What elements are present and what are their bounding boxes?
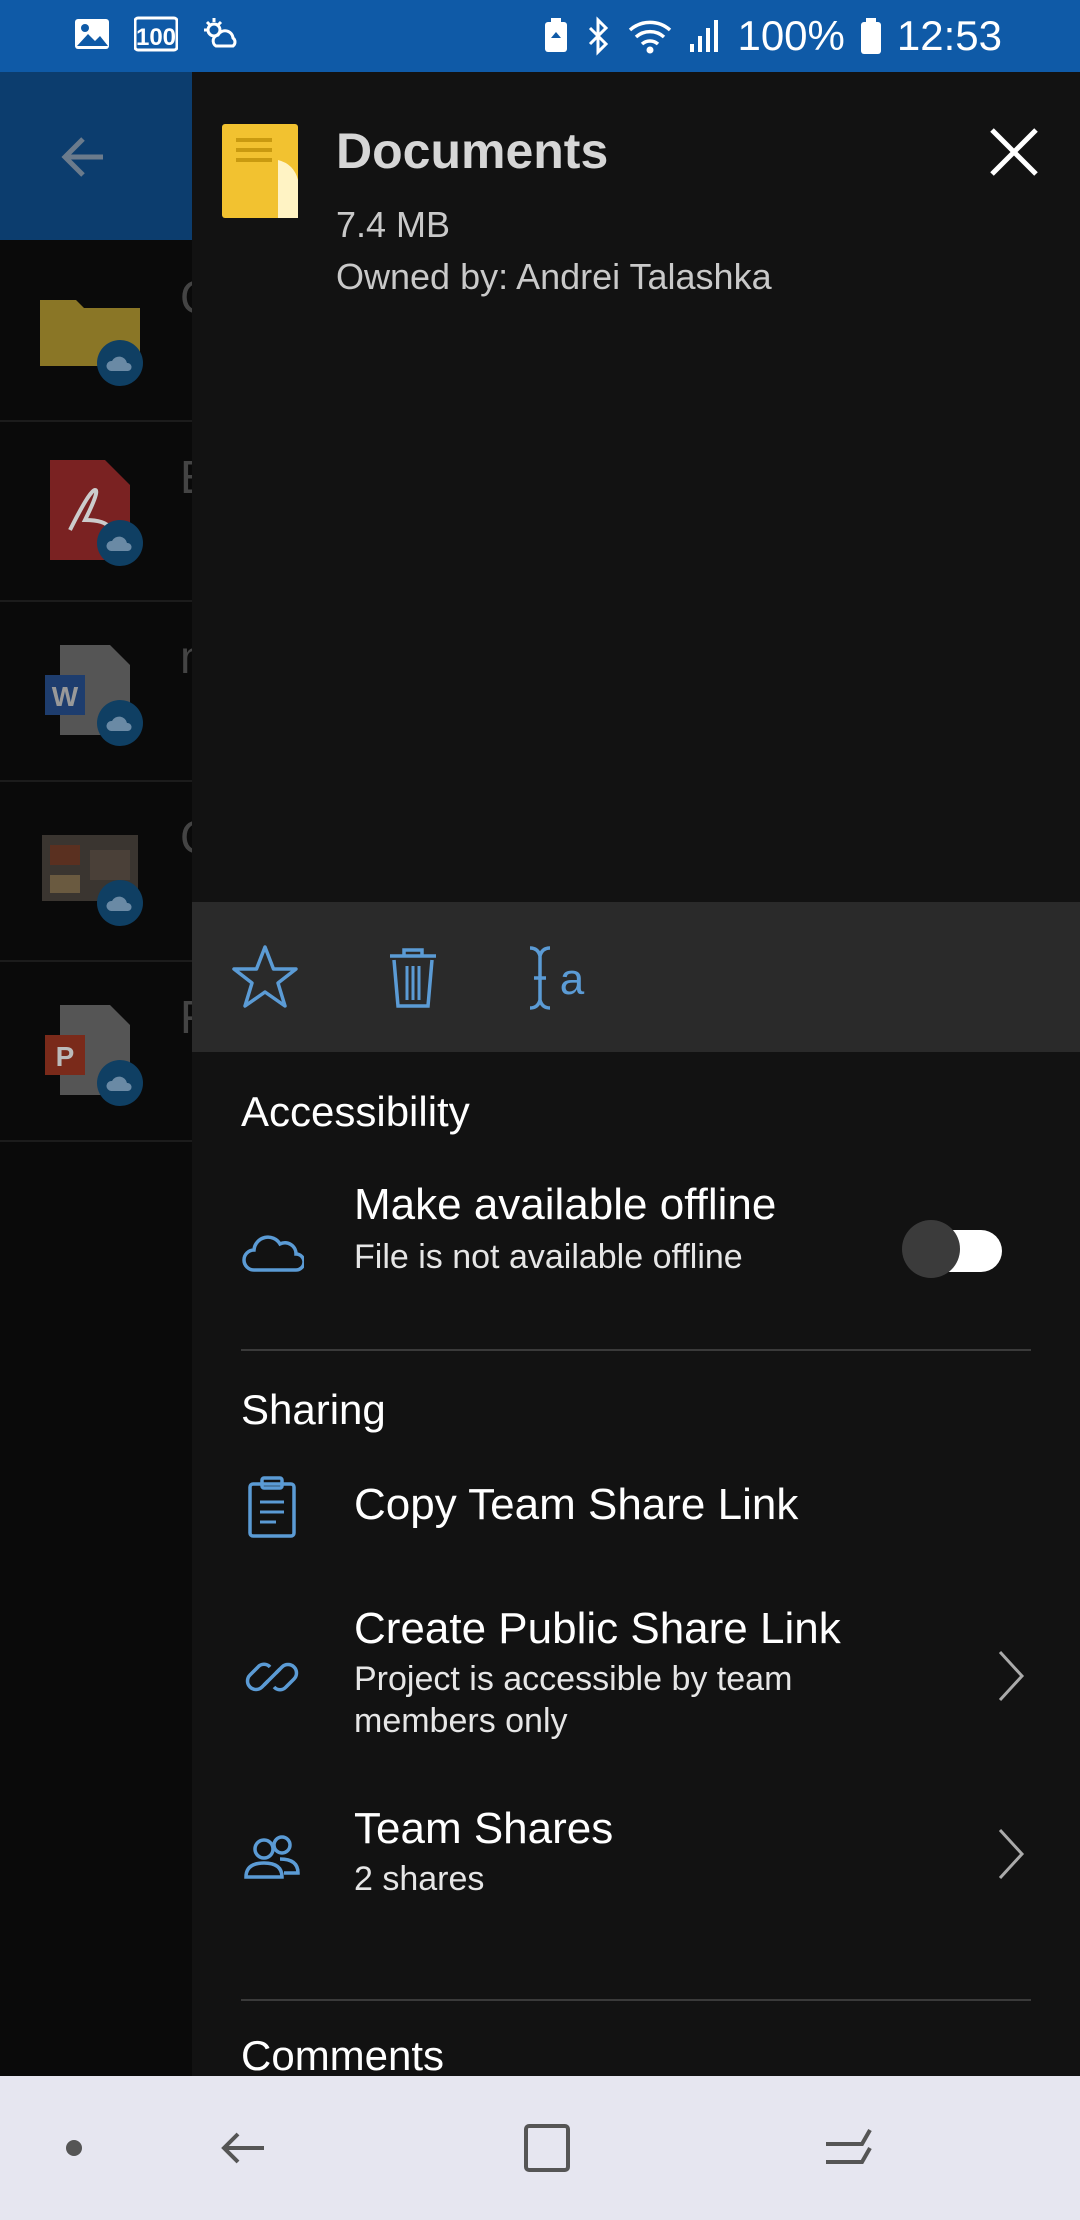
- cloud-icon: [240, 1222, 306, 1286]
- cloud-badge-icon: [97, 340, 143, 386]
- people-icon: [240, 1827, 304, 1891]
- rename-icon[interactable]: a: [526, 942, 596, 1012]
- sharing-section-title: Sharing: [241, 1386, 386, 1433]
- system-nav-bar: [0, 2076, 1080, 2220]
- svg-text:100: 100: [136, 24, 176, 51]
- back-arrow-icon[interactable]: [55, 127, 115, 187]
- recents-icon[interactable]: [818, 2118, 878, 2178]
- comments-section-title: Comments: [241, 2032, 445, 2079]
- trash-icon[interactable]: [378, 942, 448, 1012]
- list-item[interactable]: W n: [0, 600, 206, 782]
- cloud-badge-icon: [97, 520, 143, 566]
- team-shares-title: Team Shares: [354, 1804, 614, 1853]
- battery-icon: [859, 16, 883, 56]
- link-icon: [240, 1645, 304, 1709]
- offline-title: Make available offline: [354, 1180, 777, 1229]
- divider: [241, 1349, 1031, 1351]
- list-item[interactable]: C: [0, 240, 213, 422]
- close-icon[interactable]: [986, 124, 1042, 180]
- action-toolbar: a: [192, 902, 1080, 1052]
- clipboard-icon: [240, 1476, 304, 1540]
- toggle-knob: [902, 1220, 960, 1278]
- battery-percent: 100%: [737, 12, 845, 59]
- home-icon[interactable]: [516, 2118, 576, 2178]
- team-shares-subtitle: 2 shares: [354, 1860, 485, 1898]
- list-item[interactable]: C: [0, 780, 213, 962]
- sun-cloud-icon: [200, 14, 240, 54]
- back-icon[interactable]: [214, 2118, 274, 2178]
- bluetooth-icon: [585, 16, 613, 56]
- svg-text:a: a: [560, 955, 585, 1004]
- svg-text:W: W: [52, 681, 79, 712]
- item-title: Documents: [336, 123, 609, 179]
- battery-saver-icon: [541, 16, 571, 56]
- offline-subtitle: File is not available offline: [354, 1238, 743, 1276]
- list-item[interactable]: E: [0, 420, 211, 602]
- details-panel: Documents 7.4 MB Owned by: Andrei Talash…: [192, 72, 1080, 2079]
- item-owner: Owned by: Andrei Talashka: [336, 256, 772, 297]
- star-icon[interactable]: [230, 942, 300, 1012]
- folder-icon: [222, 120, 302, 220]
- divider: [241, 1999, 1031, 2001]
- item-size: 7.4 MB: [336, 204, 451, 245]
- chevron-right-icon: [994, 1646, 1028, 1706]
- cloud-badge-icon: [97, 1060, 143, 1106]
- cloud-badge-icon: [97, 700, 143, 746]
- accessibility-section-title: Accessibility: [241, 1088, 470, 1135]
- create-public-share-link-title: Create Public Share Link: [354, 1604, 841, 1653]
- svg-text:P: P: [56, 1041, 75, 1072]
- list-item[interactable]: P F: [0, 960, 208, 1142]
- details-header: Documents 7.4 MB Owned by: Andrei Talash…: [192, 72, 1080, 902]
- badge-100-icon: 100: [133, 14, 179, 54]
- background-app-bar: [0, 72, 200, 240]
- status-bar: 100 100% 12:53: [0, 0, 1080, 72]
- copy-team-share-link-title: Copy Team Share Link: [354, 1480, 799, 1529]
- clock: 12:53: [896, 12, 1002, 59]
- chevron-right-icon: [994, 1824, 1028, 1884]
- create-public-share-link-subtitle: Project is accessible by team members on…: [354, 1660, 793, 1740]
- signal-icon: [687, 16, 723, 56]
- wifi-icon: [627, 16, 673, 56]
- offline-toggle[interactable]: [902, 1218, 1002, 1278]
- image-icon: [72, 14, 112, 54]
- dot-indicator-icon: [44, 2118, 104, 2178]
- cloud-badge-icon: [97, 880, 143, 926]
